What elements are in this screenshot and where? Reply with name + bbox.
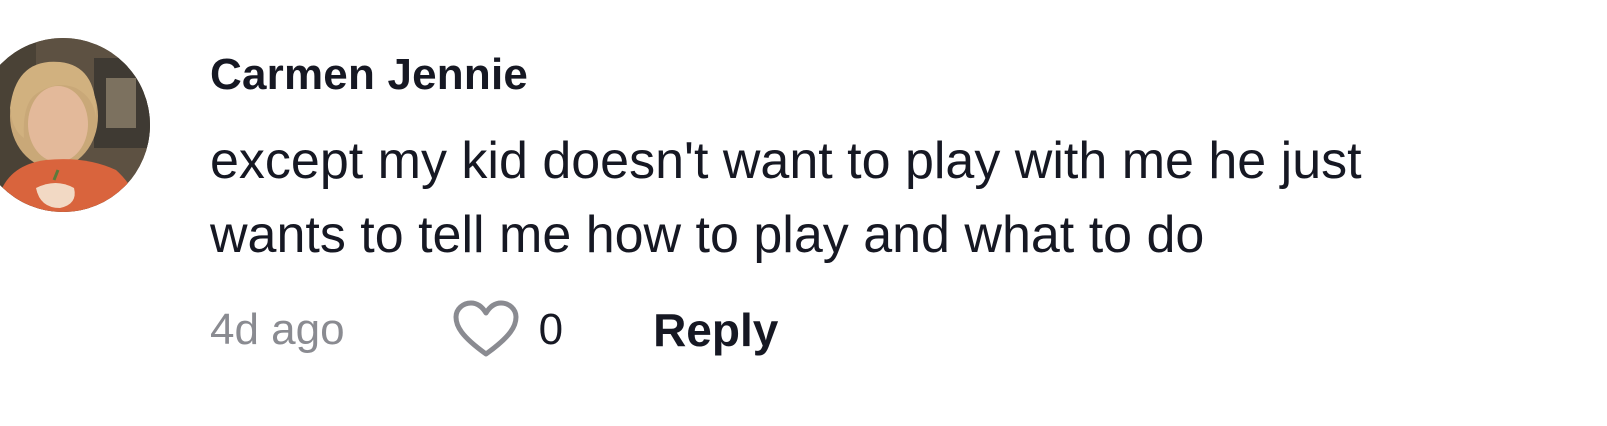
reply-button[interactable]: Reply: [653, 303, 778, 357]
like-button[interactable]: 0: [453, 300, 563, 360]
comment-text: except my kid doesn't want to play with …: [210, 124, 1607, 272]
comment-meta: 4d ago 0 Reply: [210, 298, 778, 362]
comment-item: Carmen Jennie except my kid doesn't want…: [0, 0, 1607, 426]
comment-author[interactable]: Carmen Jennie: [210, 50, 528, 100]
heart-outline-icon[interactable]: [453, 300, 519, 360]
avatar-photo: [0, 38, 150, 212]
like-count: 0: [538, 305, 564, 354]
comment-timestamp: 4d ago: [210, 305, 345, 354]
comment-text-line: except my kid doesn't want to play with …: [210, 132, 1362, 190]
comment-text-line: wants to tell me how to play and what to…: [210, 206, 1205, 264]
avatar[interactable]: [0, 38, 150, 212]
